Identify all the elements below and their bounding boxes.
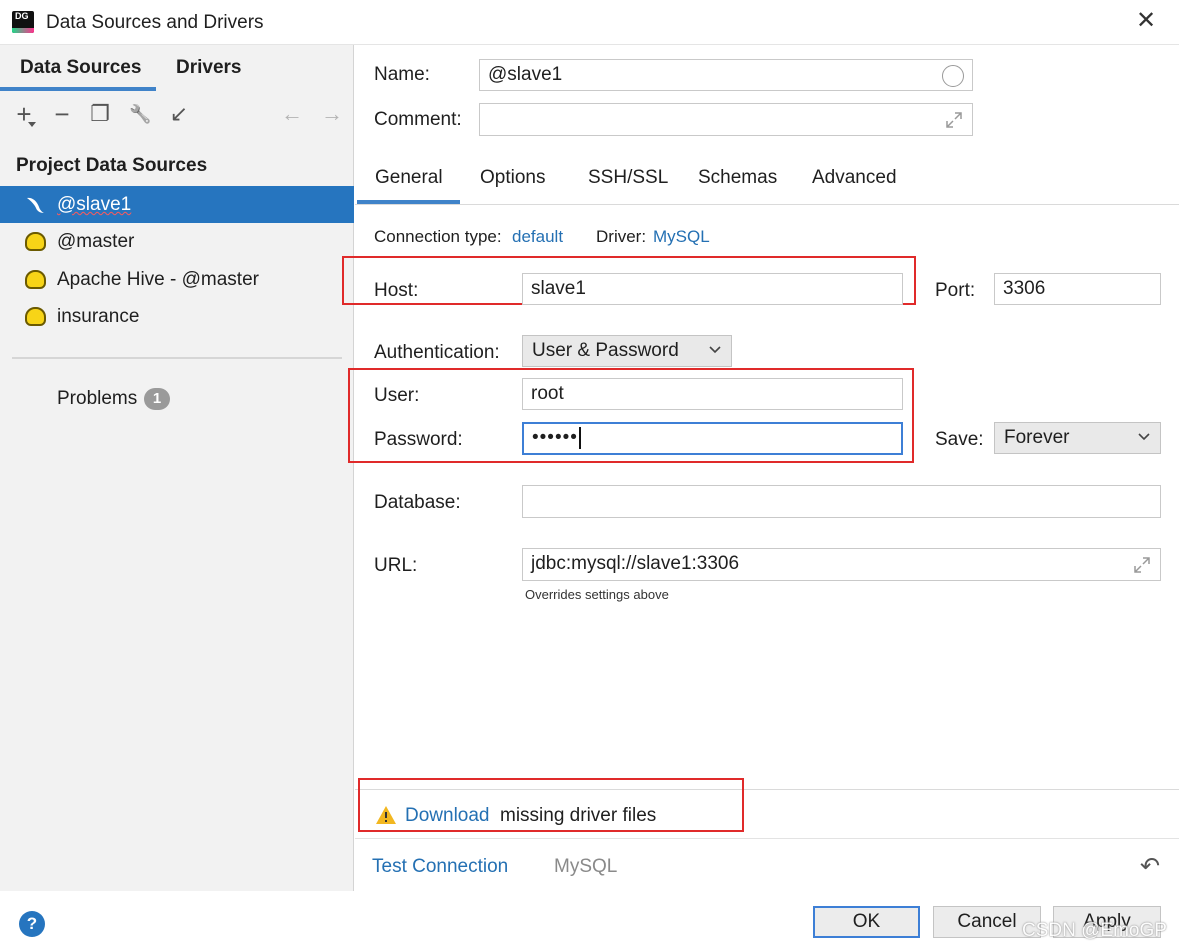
- warning-icon: [376, 806, 396, 824]
- authentication-label: Authentication:: [374, 342, 500, 363]
- save-select[interactable]: Forever: [994, 422, 1161, 454]
- sidebar-item-label: Apache Hive - @master: [57, 269, 259, 290]
- connection-type-label: Connection type:: [374, 227, 502, 246]
- title-bar: DG Data Sources and Drivers ✕: [0, 0, 1179, 45]
- host-value: slave1: [531, 278, 586, 299]
- duplicate-icon[interactable]: ❐: [89, 103, 111, 125]
- footer-divider: [355, 838, 1179, 839]
- missing-driver-text: missing driver files: [500, 805, 657, 826]
- back-arrow-icon[interactable]: ←: [281, 103, 303, 125]
- help-icon[interactable]: ?: [19, 911, 45, 937]
- save-label: Save:: [935, 429, 984, 450]
- sidebar-item-label: @master: [57, 231, 135, 252]
- user-label: User:: [374, 385, 420, 406]
- expand-icon[interactable]: [945, 111, 963, 129]
- chevron-down-icon: [1138, 433, 1150, 441]
- hive-icon: [24, 231, 46, 253]
- close-icon[interactable]: ✕: [1134, 9, 1158, 34]
- active-tab-indicator: [0, 87, 156, 91]
- database-label: Database:: [374, 492, 461, 513]
- sidebar-item-apache-hive-master[interactable]: Apache Hive - @master: [0, 261, 354, 298]
- comment-input[interactable]: [479, 103, 973, 136]
- tab-data-sources[interactable]: Data Sources: [20, 45, 141, 91]
- url-input[interactable]: jdbc:mysql://slave1:3306: [522, 548, 1161, 581]
- expand-icon[interactable]: [1133, 556, 1151, 574]
- driver-name-text: MySQL: [554, 856, 618, 877]
- forward-arrow-icon[interactable]: →: [321, 103, 343, 125]
- host-label: Host:: [374, 280, 419, 301]
- ok-button[interactable]: OK: [813, 906, 920, 938]
- sidebar-item-label: insurance: [57, 306, 140, 327]
- chevron-down-icon: [709, 346, 721, 354]
- authentication-value: User & Password: [532, 340, 679, 361]
- add-dropdown-caret-icon: [28, 122, 36, 127]
- tab-advanced[interactable]: Advanced: [812, 167, 897, 189]
- save-value: Forever: [1004, 427, 1070, 448]
- download-link[interactable]: Download: [405, 805, 490, 827]
- port-value: 3306: [1003, 278, 1046, 299]
- name-input[interactable]: @slave1: [479, 59, 973, 91]
- url-hint: Overrides settings above: [525, 587, 669, 602]
- revert-icon[interactable]: ↶: [1140, 852, 1160, 881]
- url-value: jdbc:mysql://slave1:3306: [531, 553, 740, 574]
- hive-icon: [24, 269, 46, 291]
- hive-icon: [24, 306, 46, 328]
- tab-drivers[interactable]: Drivers: [176, 45, 242, 91]
- port-input[interactable]: 3306: [994, 273, 1161, 305]
- tab-ssh-ssl[interactable]: SSH/SSL: [588, 167, 668, 189]
- project-data-sources-heading: Project Data Sources: [16, 155, 208, 176]
- user-input[interactable]: root: [522, 378, 903, 410]
- import-icon[interactable]: ↙: [168, 103, 190, 125]
- sidebar-item-master[interactable]: @master: [0, 223, 354, 260]
- tab-divider: [355, 204, 1179, 205]
- database-input[interactable]: [522, 485, 1161, 518]
- mysql-dolphin-icon: [27, 197, 44, 213]
- tab-schemas[interactable]: Schemas: [698, 167, 777, 189]
- tab-general[interactable]: General: [375, 167, 443, 189]
- password-input[interactable]: ••••••: [522, 422, 903, 455]
- password-label: Password:: [374, 429, 463, 450]
- host-input[interactable]: slave1: [522, 273, 903, 305]
- password-value: ••••••: [532, 427, 578, 448]
- text-caret: [578, 426, 581, 449]
- window-title: Data Sources and Drivers: [46, 12, 264, 33]
- driver-label: Driver:: [596, 227, 647, 246]
- watermark: CSDN @EmoGP: [1022, 920, 1167, 941]
- comment-label: Comment:: [374, 109, 462, 130]
- problems-count-badge: 1: [144, 388, 170, 410]
- test-connection-link[interactable]: Test Connection: [372, 856, 508, 878]
- authentication-select[interactable]: User & Password: [522, 335, 732, 367]
- datagrip-app-icon: DG: [12, 11, 34, 33]
- sidebar-divider: [12, 357, 342, 359]
- problems-link[interactable]: Problems: [57, 388, 137, 410]
- sidebar-item-insurance[interactable]: insurance: [0, 298, 354, 335]
- user-value: root: [531, 383, 564, 404]
- name-label: Name:: [374, 64, 430, 85]
- remove-icon[interactable]: −: [51, 101, 73, 127]
- connection-type-link[interactable]: default: [512, 227, 563, 247]
- url-label: URL:: [374, 555, 418, 576]
- sidebar-item-slave1[interactable]: @slave1: [0, 186, 354, 223]
- tab-options[interactable]: Options: [480, 167, 545, 189]
- color-circle-icon[interactable]: [942, 65, 964, 87]
- sidebar: Data Sources Drivers + − ❐ 🔧 ↙ ← → Proje…: [0, 45, 354, 891]
- port-label: Port:: [935, 280, 976, 301]
- wrench-icon[interactable]: 🔧: [129, 103, 151, 125]
- name-value: @slave1: [488, 64, 563, 85]
- driver-link[interactable]: MySQL: [653, 227, 710, 247]
- sidebar-item-label: @slave1: [57, 194, 132, 215]
